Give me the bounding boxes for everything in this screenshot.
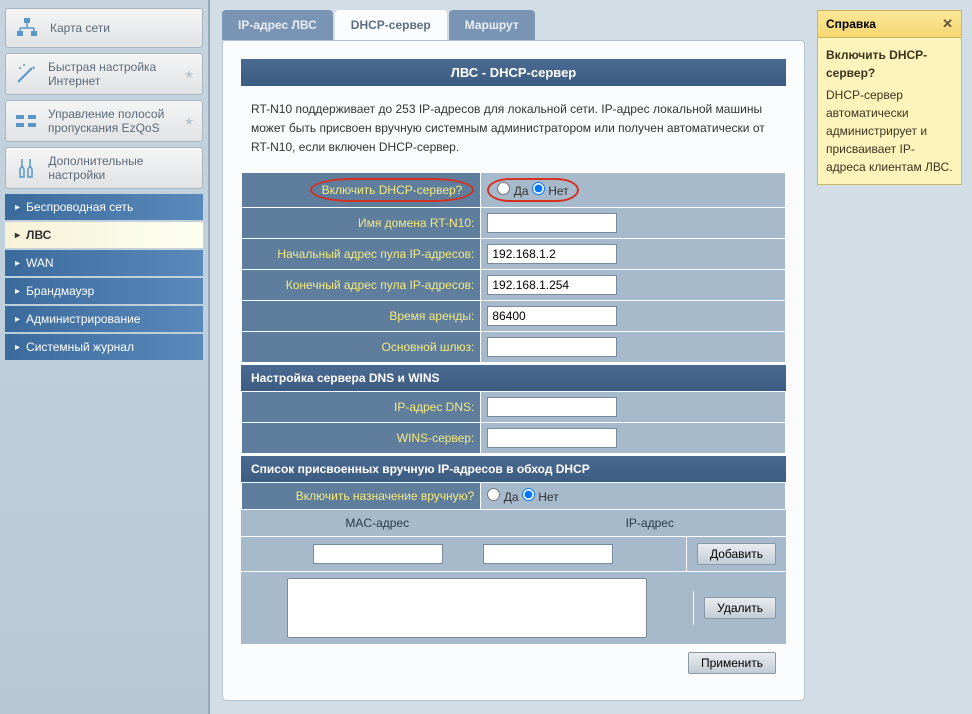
- wins-label: WINS-сервер:: [242, 422, 481, 453]
- mac-input[interactable]: [313, 544, 443, 564]
- help-heading: Включить DHCP-сервер?: [826, 46, 953, 82]
- magic-wand-icon: [14, 61, 38, 87]
- lease-input[interactable]: [487, 306, 617, 326]
- network-map-icon: [14, 15, 40, 41]
- pool-start-input[interactable]: [487, 244, 617, 264]
- help-close-button[interactable]: ✕: [942, 16, 953, 32]
- submenu-firewall[interactable]: Брандмауэр: [5, 278, 203, 304]
- add-button[interactable]: Добавить: [697, 543, 776, 565]
- tools-icon: [14, 155, 38, 181]
- help-panel: Справка ✕ Включить DHCP-сервер? DHCP-сер…: [817, 0, 972, 714]
- submenu-lan[interactable]: ЛВС: [5, 222, 203, 248]
- ip-input[interactable]: [483, 544, 613, 564]
- tab-dhcp-server[interactable]: DHCP-сервер: [335, 10, 447, 40]
- dhcp-form: Включить DHCP-сервер? Да Нет Имя домена …: [241, 172, 786, 363]
- main-content: IP-адрес ЛВС DHCP-сервер Маршрут ЛВС - D…: [210, 0, 972, 714]
- menu-item-label: Карта сети: [50, 21, 110, 35]
- dns-form: IP-адрес DNS: WINS-сервер:: [241, 391, 786, 454]
- dns-label: IP-адрес DNS:: [242, 391, 481, 422]
- gateway-input[interactable]: [487, 337, 617, 357]
- tab-bar: IP-адрес ЛВС DHCP-сервер Маршрут: [222, 10, 805, 40]
- manual-column-headers: MAC-адрес IP-адрес: [241, 510, 786, 536]
- manual-no-radio[interactable]: [522, 488, 535, 501]
- submenu-wireless[interactable]: Беспроводная сеть: [5, 194, 203, 220]
- wins-input[interactable]: [487, 428, 617, 448]
- dhcp-yes-radio[interactable]: [497, 182, 510, 195]
- menu-item-label: Управление полосой пропускания EzQoS: [48, 107, 184, 135]
- advanced-submenu: Беспроводная сеть ЛВС WAN Брандмауэр Адм…: [5, 194, 203, 360]
- enable-dhcp-label: Включить DHCP-сервер?: [242, 172, 481, 207]
- help-content: Включить DHCP-сервер? DHCP-сервер автома…: [818, 38, 961, 184]
- manual-yes-radio[interactable]: [487, 488, 500, 501]
- gateway-label: Основной шлюз:: [242, 331, 481, 362]
- dns-section-title: Настройка сервера DNS и WINS: [241, 365, 786, 391]
- menu-quick-setup[interactable]: Быстрая настройка Интернет: [5, 53, 203, 95]
- submenu-wan[interactable]: WAN: [5, 250, 203, 276]
- panel-description: RT-N10 поддерживает до 253 IP-адресов дл…: [241, 86, 786, 172]
- tab-route[interactable]: Маршрут: [449, 10, 535, 40]
- pool-end-input[interactable]: [487, 275, 617, 295]
- submenu-admin[interactable]: Администрирование: [5, 306, 203, 332]
- sidebar: Карта сети Быстрая настройка Интернет Уп…: [0, 0, 210, 714]
- submenu-syslog[interactable]: Системный журнал: [5, 334, 203, 360]
- enable-dhcp-input: Да Нет: [481, 172, 786, 207]
- menu-network-map[interactable]: Карта сети: [5, 8, 203, 48]
- manual-section-title: Список присвоенных вручную IP-адресов в …: [241, 456, 786, 482]
- ip-header: IP-адрес: [514, 510, 787, 536]
- menu-advanced[interactable]: Дополнительные настройки: [5, 147, 203, 189]
- lease-label: Время аренды:: [242, 300, 481, 331]
- bandwidth-icon: [14, 108, 38, 134]
- delete-button[interactable]: Удалить: [704, 597, 776, 619]
- pool-start-label: Начальный адрес пула IP-адресов:: [242, 238, 481, 269]
- manual-list[interactable]: [287, 578, 647, 638]
- apply-button[interactable]: Применить: [688, 652, 776, 674]
- mac-header: MAC-адрес: [241, 510, 514, 536]
- tab-lan-ip[interactable]: IP-адрес ЛВС: [222, 10, 333, 40]
- menu-item-label: Дополнительные настройки: [48, 154, 194, 182]
- domain-input[interactable]: [487, 213, 617, 233]
- domain-label: Имя домена RT-N10:: [242, 207, 481, 238]
- panel-title: ЛВС - DHCP-сервер: [241, 59, 786, 86]
- dhcp-no-radio[interactable]: [532, 182, 545, 195]
- help-text: DHCP-сервер автоматически администрирует…: [826, 88, 953, 174]
- manual-form: Включить назначение вручную? Да Нет: [241, 482, 786, 510]
- enable-manual-label: Включить назначение вручную?: [242, 482, 481, 509]
- manual-delete-row: Удалить: [241, 571, 786, 644]
- menu-item-label: Быстрая настройка Интернет: [48, 60, 184, 88]
- help-title: Справка: [826, 17, 876, 31]
- dns-input[interactable]: [487, 397, 617, 417]
- menu-ezqos[interactable]: Управление полосой пропускания EzQoS: [5, 100, 203, 142]
- dhcp-panel: ЛВС - DHCP-сервер RT-N10 поддерживает до…: [222, 40, 805, 701]
- manual-add-row: Добавить: [241, 536, 786, 571]
- pool-end-label: Конечный адрес пула IP-адресов:: [242, 269, 481, 300]
